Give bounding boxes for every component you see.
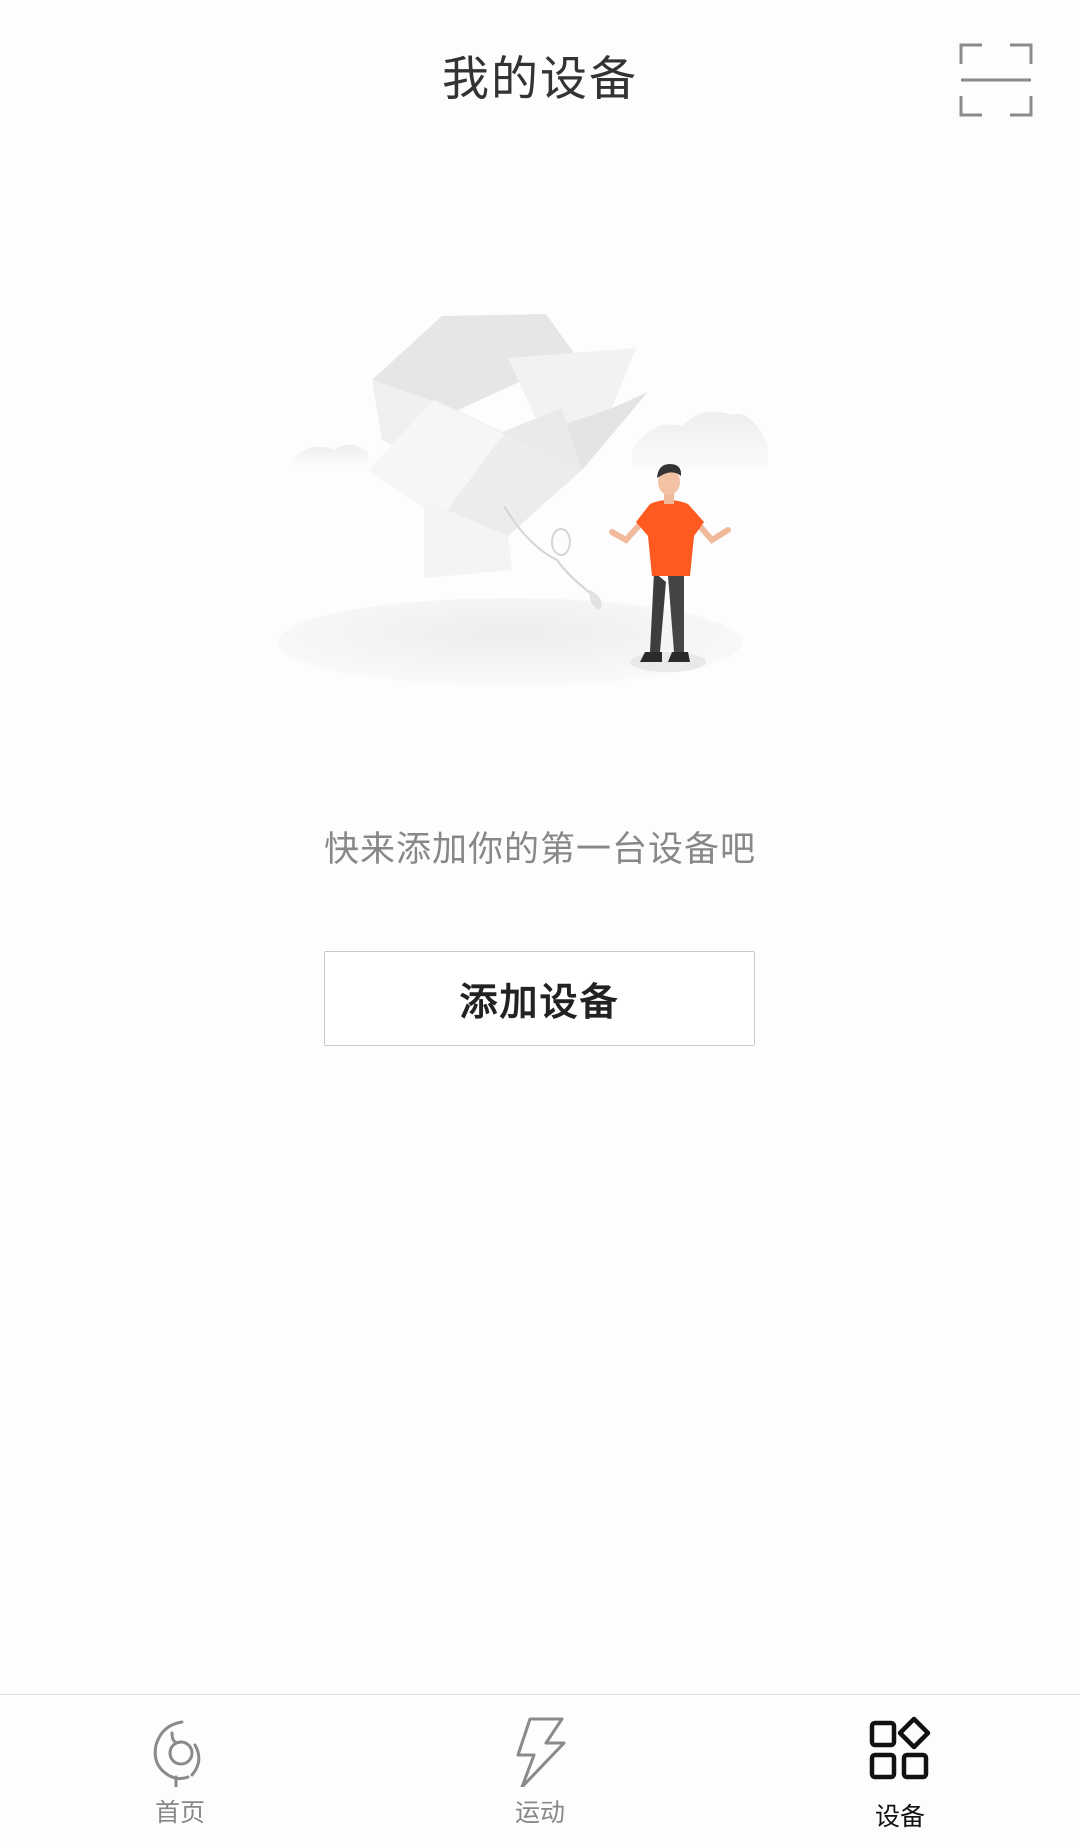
empty-state-message: 快来添加你的第一台设备吧 [323, 830, 756, 870]
tab-devices[interactable]: 设备 [720, 1695, 1080, 1841]
tab-devices-label: 设备 [874, 1802, 925, 1831]
lightning-icon [516, 1717, 566, 1787]
empty-devices-illustration [272, 300, 772, 700]
add-device-button[interactable]: 添加设备 [324, 951, 755, 1046]
tab-home[interactable]: 首页 [0, 1695, 360, 1841]
tab-sport[interactable]: 运动 [360, 1695, 720, 1841]
app-header: 我的设备 [0, 0, 1080, 160]
devices-grid-icon [869, 1716, 931, 1780]
tab-sport-label: 运动 [514, 1798, 565, 1827]
add-device-button-label: 添加设备 [459, 980, 620, 1024]
page-title: 我的设备 [442, 52, 638, 107]
scan-button[interactable] [958, 42, 1034, 118]
bottom-tab-bar: 首页 运动 设备 [0, 1694, 1080, 1842]
tab-home-label: 首页 [154, 1798, 205, 1827]
home-icon [153, 1720, 201, 1787]
scan-frame-icon [959, 43, 1033, 117]
